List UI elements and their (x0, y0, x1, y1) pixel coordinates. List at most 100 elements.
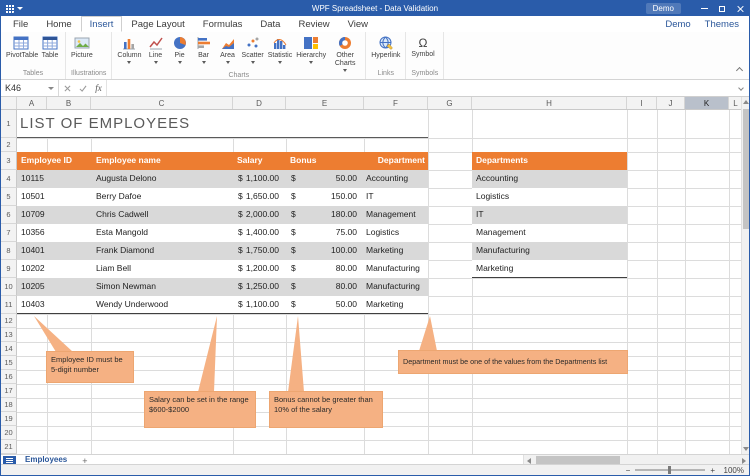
tab-review[interactable]: Review (289, 16, 338, 32)
button-label: Pie (174, 52, 184, 60)
vertical-scroll-thumb[interactable] (743, 109, 749, 229)
confirm-formula-button[interactable] (75, 80, 91, 96)
themes-link[interactable]: Themes (705, 19, 739, 30)
zoom-level[interactable]: 100% (720, 466, 744, 475)
ribbon-group-tables: PivotTable Table Tables (1, 32, 66, 79)
pivottable-button[interactable]: PivotTable (4, 33, 38, 60)
arrow-left-icon (527, 458, 531, 464)
name-box-value: K46 (5, 83, 21, 93)
demo-link[interactable]: Demo (665, 19, 690, 30)
chevron-down-icon (309, 61, 313, 64)
ribbon-group-label: Links (369, 70, 402, 79)
tab-view[interactable]: View (339, 16, 377, 32)
ribbon: PivotTable Table Tables Picture Illustra… (1, 32, 749, 80)
minimize-icon (701, 8, 708, 9)
hierarchy-chart-icon (303, 35, 319, 51)
callout-department-rule[interactable]: Department must be one of the values fro… (398, 350, 628, 374)
tab-page-layout[interactable]: Page Layout (122, 16, 193, 32)
button-label: Area (220, 52, 235, 60)
statistic-chart-button[interactable]: Statistic (266, 33, 295, 64)
donut-chart-icon (337, 35, 353, 51)
maximize-icon (719, 6, 725, 12)
minimize-button[interactable] (695, 1, 713, 16)
zoom-out-button[interactable]: − (626, 466, 631, 475)
button-label: Table (42, 52, 59, 60)
ribbon-group-illustrations: Picture Illustrations (66, 32, 112, 79)
other-charts-button[interactable]: Other Charts (328, 33, 362, 72)
spreadsheet-grid[interactable]: A B C D E F G H I J K L 1 2 3 4 5 6 7 8 … (1, 97, 743, 454)
picture-icon (74, 35, 90, 51)
chevron-down-icon[interactable] (17, 7, 23, 10)
bar-chart-icon (196, 35, 212, 51)
arrow-up-icon (743, 100, 749, 104)
chevron-down-icon (127, 61, 131, 64)
chevron-down-icon (154, 61, 158, 64)
button-label: Hyperlink (371, 52, 400, 60)
table-icon (42, 35, 58, 51)
ribbon-group-label: Tables (4, 70, 62, 79)
ribbon-group-label: Symbols (409, 70, 440, 79)
insert-function-button[interactable]: fx (91, 80, 107, 96)
ribbon-group-symbols: Ω Symbol Symbols (406, 32, 444, 79)
close-button[interactable] (731, 1, 749, 16)
tab-file[interactable]: File (4, 16, 37, 32)
arrow-right-icon (742, 458, 746, 464)
area-chart-icon (220, 35, 236, 51)
scroll-up-button[interactable] (742, 97, 749, 107)
area-chart-button[interactable]: Area (216, 33, 240, 64)
maximize-button[interactable] (713, 1, 731, 16)
zoom-in-button[interactable]: + (710, 466, 715, 475)
tab-home[interactable]: Home (37, 16, 80, 32)
pivot-table-icon (13, 35, 29, 51)
button-label: Scatter (242, 52, 264, 60)
callout-tail (198, 316, 217, 392)
pie-chart-button[interactable]: Pie (168, 33, 192, 64)
scatter-chart-button[interactable]: Scatter (240, 33, 266, 64)
column-chart-button[interactable]: Column (115, 33, 143, 64)
window-title: WPF Spreadsheet - Data Validation (1, 4, 749, 13)
hyperlink-button[interactable]: Hyperlink (369, 33, 402, 60)
close-icon (736, 5, 744, 13)
line-chart-icon (148, 35, 164, 51)
button-label: Line (149, 52, 162, 60)
callout-bonus-rule[interactable]: Bonus cannot be greater than 10% of the … (269, 391, 383, 428)
status-bar: − + 100% (1, 464, 749, 475)
chevron-down-icon (202, 61, 206, 64)
table-button[interactable]: Table (38, 33, 62, 60)
button-label: Statistic (268, 52, 293, 60)
expand-formula-bar-button[interactable] (733, 80, 749, 96)
app-window: WPF Spreadsheet - Data Validation Demo F… (0, 0, 750, 476)
chevron-down-icon (251, 61, 255, 64)
x-icon (64, 85, 71, 92)
name-box[interactable]: K46 (1, 80, 59, 96)
formula-input[interactable] (107, 80, 733, 96)
callout-salary-rule[interactable]: Salary can be set in the range $600-$200… (144, 391, 256, 428)
omega-symbol-icon: Ω (419, 35, 428, 51)
title-bar: WPF Spreadsheet - Data Validation Demo (1, 1, 749, 16)
zoom-slider-thumb[interactable] (668, 466, 671, 474)
scatter-chart-icon (245, 35, 261, 51)
zoom-slider[interactable] (635, 469, 705, 471)
collapse-ribbon-icon[interactable] (736, 67, 743, 74)
symbol-button[interactable]: Ω Symbol (409, 33, 436, 59)
picture-button[interactable]: Picture (69, 33, 95, 60)
cancel-formula-button[interactable] (59, 80, 75, 96)
scroll-down-button[interactable] (742, 444, 750, 454)
formula-bar: K46 fx (1, 80, 749, 97)
app-icon (5, 4, 14, 13)
tab-formulas[interactable]: Formulas (194, 16, 252, 32)
bar-chart-button[interactable]: Bar (192, 33, 216, 64)
callout-employee-id-rule[interactable]: Employee ID must be 5-digit number (46, 351, 134, 383)
tab-insert[interactable]: Insert (81, 16, 123, 32)
hyperlink-icon (378, 35, 394, 51)
hierarchy-chart-button[interactable]: Hierarchy (294, 33, 328, 64)
chevron-down-icon (278, 61, 282, 64)
ribbon-tab-strip: File Home Insert Page Layout Formulas Da… (1, 16, 749, 32)
column-chart-icon (121, 35, 137, 51)
list-icon (6, 458, 13, 463)
statistic-chart-icon (272, 35, 288, 51)
demo-badge[interactable]: Demo (646, 3, 681, 14)
vertical-scrollbar[interactable] (741, 97, 749, 454)
tab-data[interactable]: Data (251, 16, 289, 32)
line-chart-button[interactable]: Line (144, 33, 168, 64)
